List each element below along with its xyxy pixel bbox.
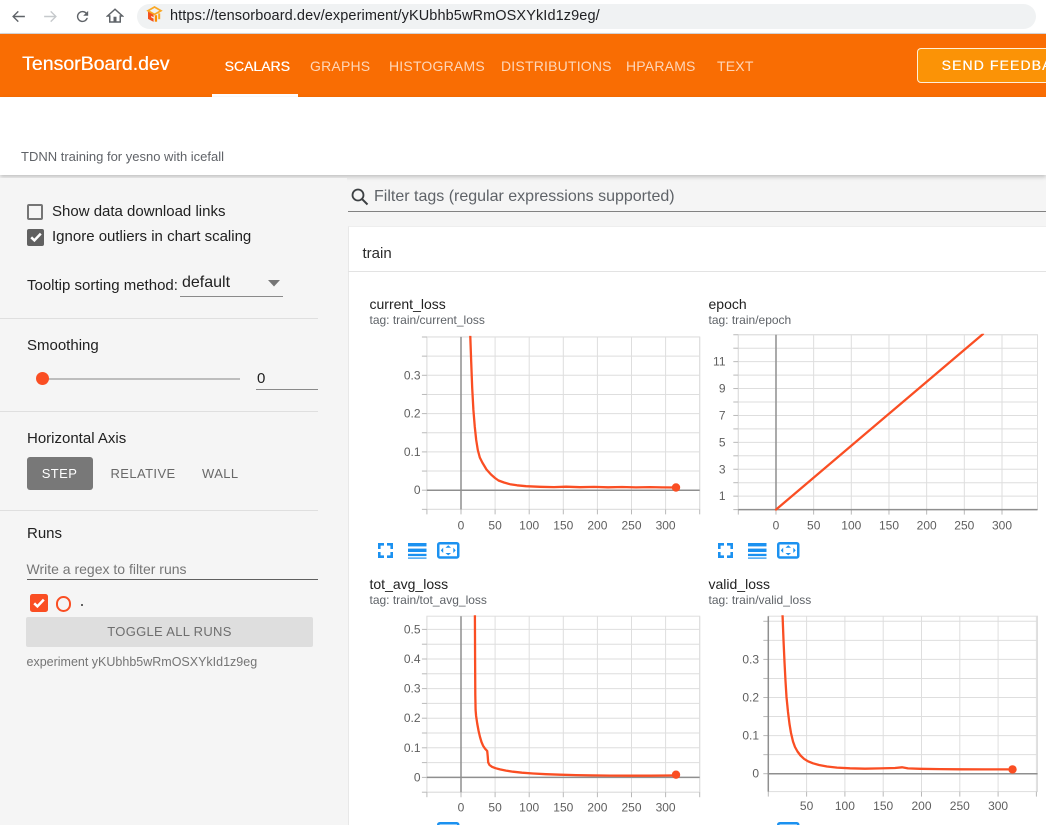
svg-text:200: 200 bbox=[587, 801, 607, 815]
svg-text:0: 0 bbox=[458, 801, 465, 815]
svg-text:0.2: 0.2 bbox=[404, 711, 421, 725]
svg-text:300: 300 bbox=[988, 799, 1008, 813]
svg-text:0.3: 0.3 bbox=[404, 682, 421, 696]
svg-text:50: 50 bbox=[488, 801, 502, 815]
svg-text:0: 0 bbox=[773, 519, 780, 533]
svg-text:100: 100 bbox=[841, 519, 861, 533]
svg-text:150: 150 bbox=[553, 801, 573, 815]
svg-text:50: 50 bbox=[488, 519, 502, 533]
svg-text:5: 5 bbox=[719, 435, 726, 449]
svg-text:0.1: 0.1 bbox=[404, 445, 421, 459]
svg-text:0: 0 bbox=[458, 519, 465, 533]
svg-text:150: 150 bbox=[879, 519, 899, 533]
svg-text:0.3: 0.3 bbox=[404, 368, 421, 382]
svg-text:0.1: 0.1 bbox=[404, 741, 421, 755]
svg-text:0.2: 0.2 bbox=[742, 691, 759, 705]
svg-text:100: 100 bbox=[519, 519, 539, 533]
svg-text:3: 3 bbox=[719, 462, 726, 476]
svg-text:250: 250 bbox=[954, 519, 974, 533]
svg-text:1: 1 bbox=[719, 489, 726, 503]
svg-text:200: 200 bbox=[917, 519, 937, 533]
svg-text:7: 7 bbox=[719, 408, 726, 422]
svg-text:300: 300 bbox=[992, 519, 1012, 533]
svg-text:250: 250 bbox=[950, 799, 970, 813]
svg-text:0: 0 bbox=[414, 770, 421, 784]
svg-text:250: 250 bbox=[621, 519, 641, 533]
svg-text:11: 11 bbox=[713, 355, 726, 369]
svg-text:100: 100 bbox=[519, 801, 539, 815]
svg-text:300: 300 bbox=[656, 801, 676, 815]
svg-text:0.2: 0.2 bbox=[404, 407, 421, 421]
svg-text:0: 0 bbox=[414, 483, 421, 497]
svg-text:50: 50 bbox=[807, 519, 821, 533]
svg-text:0.3: 0.3 bbox=[742, 652, 759, 666]
svg-text:0: 0 bbox=[752, 767, 759, 781]
svg-text:200: 200 bbox=[587, 519, 607, 533]
svg-text:0.4: 0.4 bbox=[404, 652, 421, 666]
svg-text:200: 200 bbox=[911, 799, 931, 813]
svg-text:0.1: 0.1 bbox=[742, 729, 759, 743]
svg-text:300: 300 bbox=[656, 519, 676, 533]
svg-text:150: 150 bbox=[873, 799, 893, 813]
svg-text:0.5: 0.5 bbox=[404, 622, 421, 636]
svg-text:9: 9 bbox=[719, 382, 726, 396]
svg-text:250: 250 bbox=[621, 801, 641, 815]
svg-text:100: 100 bbox=[835, 799, 855, 813]
svg-text:150: 150 bbox=[553, 519, 573, 533]
svg-text:50: 50 bbox=[800, 799, 814, 813]
